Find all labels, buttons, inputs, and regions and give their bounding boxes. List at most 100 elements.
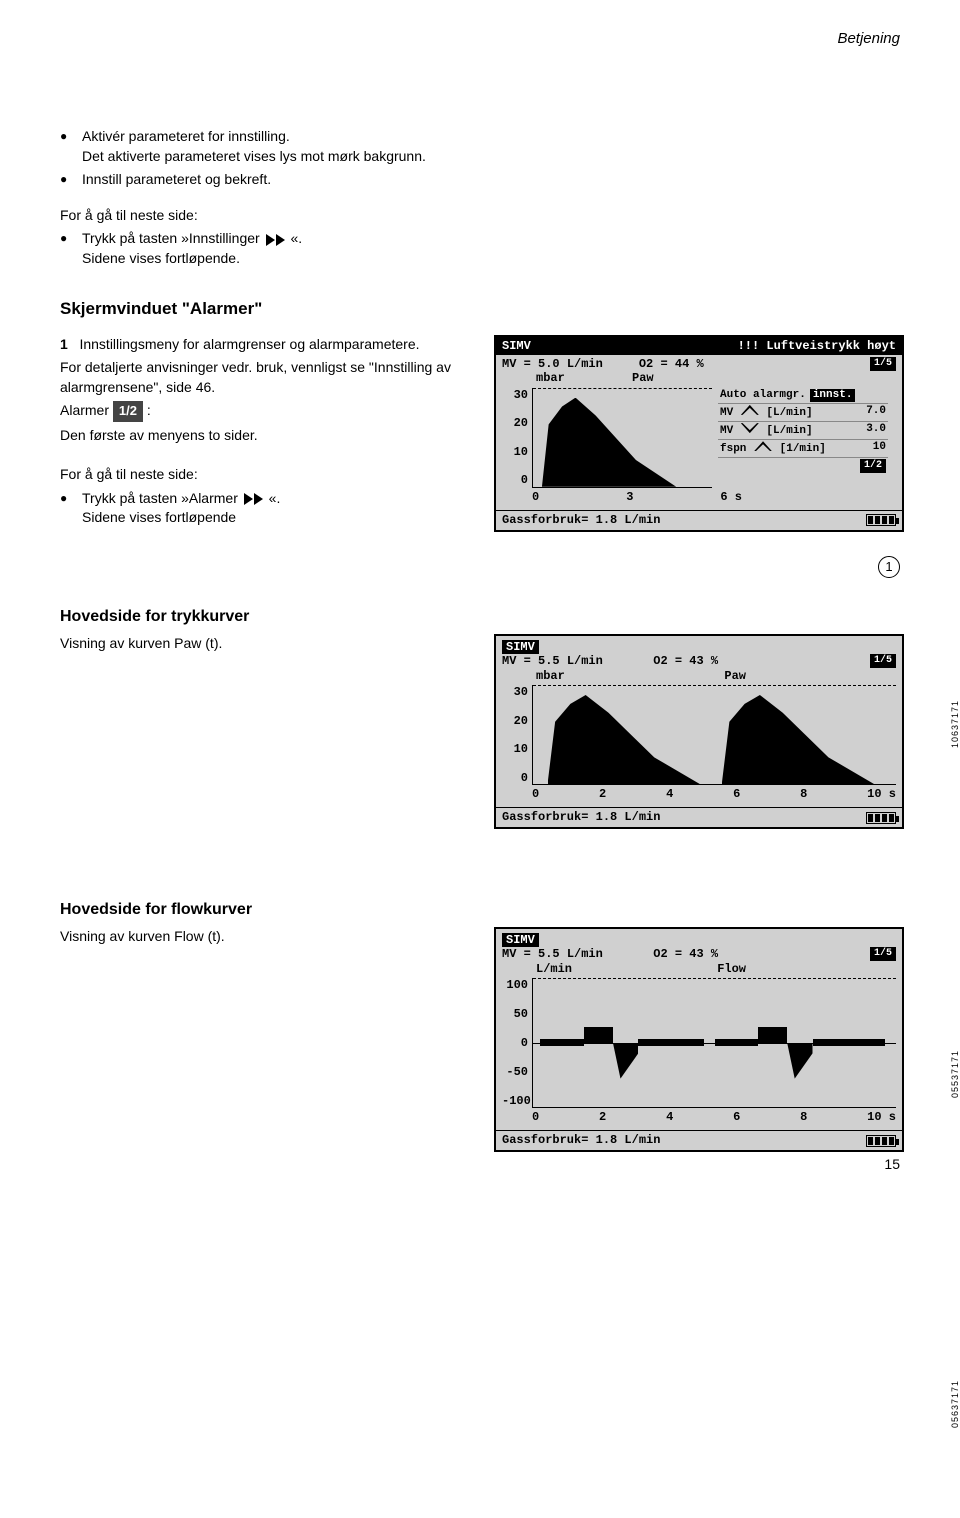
yt: 30 xyxy=(502,388,528,402)
xt: 10 s xyxy=(867,787,896,801)
text: Innstillingsmeny for alarmgrenser og ala… xyxy=(79,336,419,352)
label: Alarmer xyxy=(60,402,109,418)
alarm-side-panel: Auto alarmgr. innst. MV [L/min] 7.0 MV [… xyxy=(718,388,888,488)
alarm-item-1: 1 Innstillingsmeny for alarmgrenser og a… xyxy=(60,335,470,355)
xt: 4 xyxy=(666,1110,673,1124)
mv-label: MV = xyxy=(502,357,531,371)
pressure-text: Visning av kurven Paw (t). xyxy=(60,634,470,654)
r3v: 10 xyxy=(873,441,886,456)
mv-label: MV = xyxy=(502,947,531,961)
pressure-heading: Hovedside for trykkurver xyxy=(60,608,900,626)
up-icon xyxy=(741,405,759,415)
yt: 0 xyxy=(502,1036,528,1050)
p-label: Paw xyxy=(724,669,746,683)
r1l: MV xyxy=(720,407,733,419)
suffix: «. xyxy=(290,230,302,246)
cont-text: Sidene vises fortløpende. xyxy=(82,250,240,266)
battery-icon xyxy=(866,812,896,824)
mode: SIMV xyxy=(502,640,539,654)
panel-page-badge: 1/2 xyxy=(860,459,886,473)
pressure-screen: SIMV MV = 5.5 L/min O2 = 43 % 1/5 mbar xyxy=(494,634,904,829)
intro-next-bullets: Trykk på tasten »Innstillinger «. Sidene… xyxy=(60,229,900,268)
alarm-ref: For detaljerte anvisninger vedr. bruk, v… xyxy=(60,358,470,397)
footer-text: Gassforbruk= 1.8 L/min xyxy=(502,513,660,527)
panel-h1: Auto alarmgr. xyxy=(720,389,806,402)
cont: Sidene vises fortløpende xyxy=(82,509,236,525)
xt: 4 xyxy=(666,787,673,801)
yt: -100 xyxy=(502,1094,528,1108)
page-number: 15 xyxy=(884,1156,900,1172)
xt: 0 xyxy=(532,490,539,504)
r2u: [L/min] xyxy=(766,425,812,437)
panel-h2: innst. xyxy=(810,389,856,402)
p-label: Flow xyxy=(717,962,746,976)
o2-label: O2 = xyxy=(653,654,682,668)
o2-val: 43 xyxy=(689,654,703,668)
suffix: «. xyxy=(269,490,281,506)
code-1: 10637171 xyxy=(950,700,960,748)
flow-screen: SIMV MV = 5.5 L/min O2 = 43 % 1/5 L/min xyxy=(494,927,904,1152)
banner-text: !!! Luftveistrykk høyt xyxy=(738,339,896,353)
xt: 6 s xyxy=(720,490,742,504)
footer-text: Gassforbruk= 1.8 L/min xyxy=(502,1133,660,1147)
o2-label: O2 = xyxy=(639,357,668,371)
bullet-activate: Aktivér parameteret for innstilling. Det… xyxy=(60,127,900,166)
y-label: mbar xyxy=(536,371,565,385)
mv-val: 5.5 xyxy=(538,947,560,961)
alarm-banner: SIMV !!! Luftveistrykk høyt xyxy=(496,337,902,355)
mv-unit: L/min xyxy=(567,947,603,961)
down-icon xyxy=(741,423,759,433)
alarm-next-bullets: Trykk på tasten »Alarmer «. Sidene vises… xyxy=(60,489,470,528)
forward-icon xyxy=(244,493,263,505)
xt: 2 xyxy=(599,787,606,801)
mv-label: MV = xyxy=(502,654,531,668)
xt: 6 xyxy=(733,787,740,801)
text: Trykk på tasten »Innstillinger xyxy=(82,230,260,246)
alarm-header-row: MV = 5.0 L/min O2 = 44 % 1/5 xyxy=(502,357,896,371)
yt: 100 xyxy=(502,978,528,992)
yt: 20 xyxy=(502,416,528,430)
yt: 10 xyxy=(502,742,528,756)
xt: 10 s xyxy=(867,1110,896,1124)
flow-text: Visning av kurven Flow (t). xyxy=(60,927,470,947)
yt: 30 xyxy=(502,685,528,699)
text: Trykk på tasten »Alarmer xyxy=(82,490,238,506)
o2-unit: % xyxy=(696,357,703,371)
yt: 10 xyxy=(502,445,528,459)
alarm-screen: SIMV !!! Luftveistrykk høyt MV = 5.0 L/m… xyxy=(494,335,904,532)
bullet-subtext: Det aktiverte parameteret vises lys mot … xyxy=(82,148,426,164)
alarm-tag-line: Alarmer 1/2 : xyxy=(60,401,470,421)
colon: : xyxy=(147,402,151,418)
intro-bullets: Aktivér parameteret for innstilling. Det… xyxy=(60,127,900,190)
mv-val: 5.0 xyxy=(538,357,560,371)
callout-1: 1 xyxy=(878,556,900,578)
xt: 3 xyxy=(626,490,633,504)
code-2: 05537171 xyxy=(950,1050,960,1098)
page-badge: 1/5 xyxy=(870,654,896,668)
bullet-text: Aktivér parameteret for innstilling. xyxy=(82,128,290,144)
battery-icon xyxy=(866,1135,896,1147)
alarm-chart: 30 20 10 0 Auto alarmgr. innst. xyxy=(502,388,896,488)
xt: 2 xyxy=(599,1110,606,1124)
o2-val: 43 xyxy=(689,947,703,961)
o2-label: O2 = xyxy=(653,947,682,961)
mode: SIMV xyxy=(502,339,531,353)
xt: 0 xyxy=(532,787,539,801)
yt: 0 xyxy=(502,473,528,487)
flow-heading: Hovedside for flowkurver xyxy=(60,901,900,919)
mv-val: 5.5 xyxy=(538,654,560,668)
y-label: L/min xyxy=(536,962,572,976)
bullet-press-settings: Trykk på tasten »Innstillinger «. Sidene… xyxy=(60,229,900,268)
page-badge: 1/5 xyxy=(870,947,896,961)
p-label: Paw xyxy=(632,371,654,385)
yt: 50 xyxy=(502,1007,528,1021)
xt: 8 xyxy=(800,787,807,801)
mode: SIMV xyxy=(502,933,539,947)
bullet-press-alarm: Trykk på tasten »Alarmer «. Sidene vises… xyxy=(60,489,470,528)
r2l: MV xyxy=(720,425,733,437)
battery-icon xyxy=(866,514,896,526)
yt: 20 xyxy=(502,714,528,728)
o2-unit: % xyxy=(711,654,718,668)
r3u: [1/min] xyxy=(780,443,826,455)
xt: 8 xyxy=(800,1110,807,1124)
